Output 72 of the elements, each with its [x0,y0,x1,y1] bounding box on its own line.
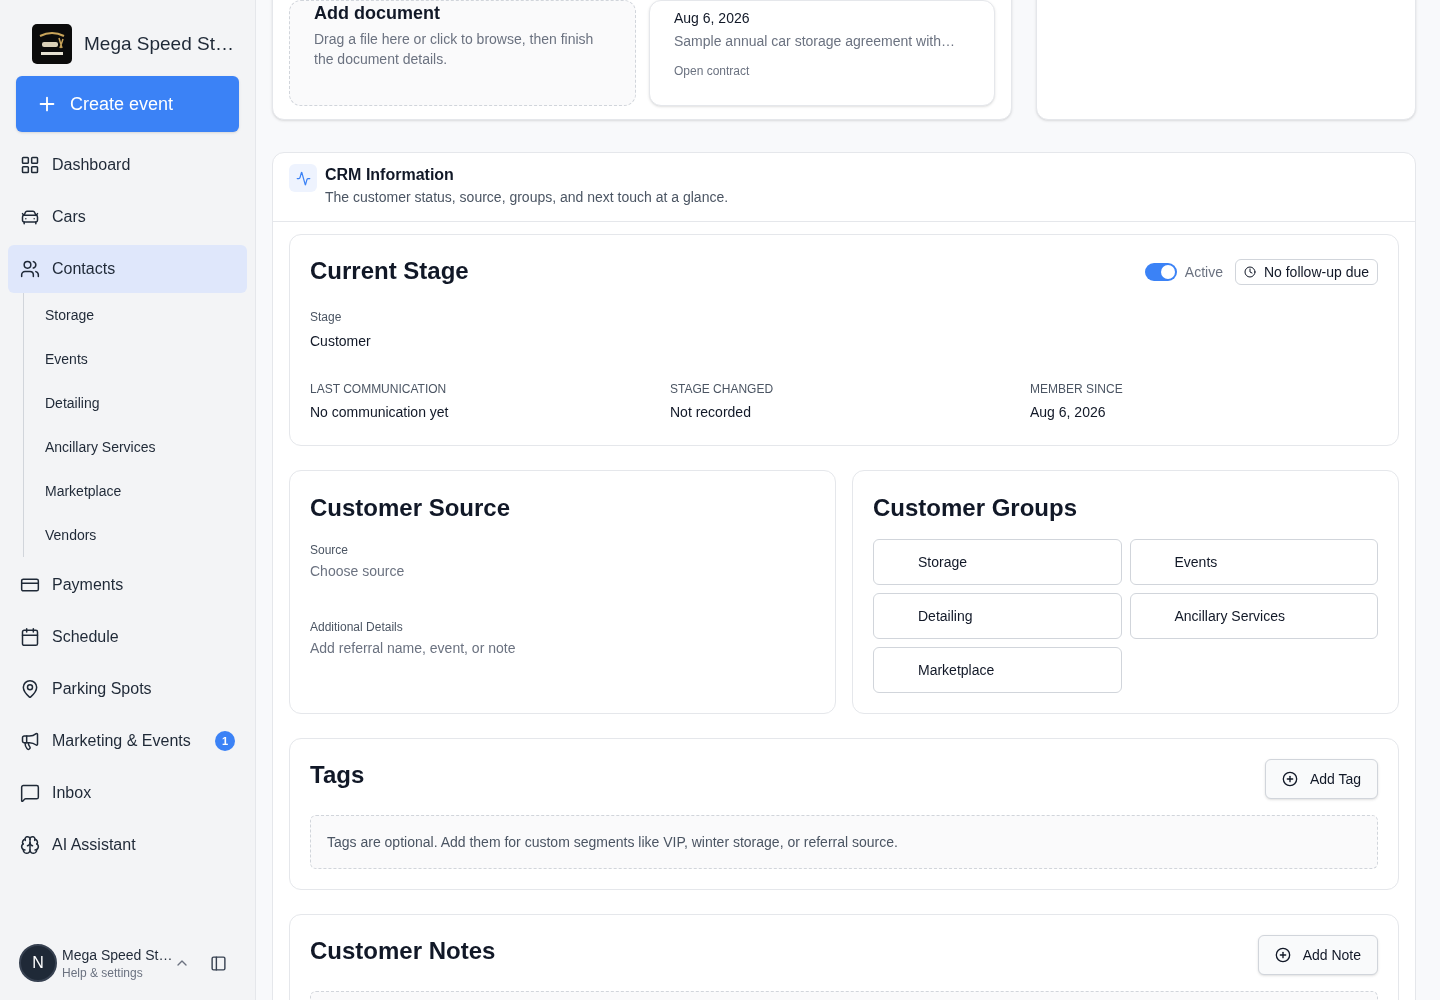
group-option[interactable]: Detailing [873,593,1122,639]
upload-dropzone[interactable]: Add document Drag a file here or click to browse, then finish the document details. [289,0,636,106]
upload-hint: Drag a file here or click to browse, then finish the document details. [314,30,595,69]
nav-item[interactable]: Schedule [8,613,247,661]
active-toggle[interactable] [1144,263,1177,281]
nav-subitem[interactable]: Ancillary Services [24,425,247,469]
input-field[interactable]: Add referral name, event, or note [310,638,815,658]
follow-up-badge: No follow-up due [1234,259,1378,285]
fact-label: STAGE CHANGED [670,381,775,397]
count-badge: 1 [215,731,235,751]
clock-icon [1243,266,1256,278]
field-label: Source [310,542,350,558]
nav-subitem[interactable]: Detailing [24,381,247,425]
plus-circle-icon [1274,947,1291,963]
tags-hint: Tags are optional. Add them for custom segments like VIP, winter storage, or referral source. [327,833,898,852]
contract-date: Aug 6, 2026 [674,9,751,28]
nav-subitem[interactable]: Storage [24,293,247,337]
fact-label: MEMBER SINCE [1030,381,1124,397]
activity-icon [289,164,317,192]
active-label: Active [1184,263,1223,282]
card-icon [20,575,40,595]
input-field[interactable]: Choose source [310,561,815,581]
group-option[interactable]: Events [1129,539,1378,585]
open-contract-link[interactable]: Open contract [674,63,970,79]
add-note-button[interactable]: Add Note [1257,935,1378,975]
nav-item[interactable]: Parking Spots [8,665,247,713]
brand-name: Mega Speed St… [84,31,234,56]
panel-subtitle: The customer status, source, groups, and next touch at a glance. [325,188,729,207]
logo-icon [32,24,72,64]
nav-item[interactable]: Contacts [8,245,247,293]
nav-item[interactable]: Marketing & Events 1 [8,717,247,765]
megaphone-icon [20,731,40,751]
nav-subitem[interactable]: Events [24,337,247,381]
nav-subitem[interactable]: Marketplace [24,469,247,513]
nav-item[interactable]: Inbox [8,769,247,817]
fact-value: No communication yet [310,403,450,422]
car-icon [20,207,40,227]
nav-subitem[interactable]: Vendors [24,513,247,557]
section-title: Customer Notes [310,936,496,966]
field-value: Customer [310,332,372,351]
account-name: Mega Speed St… [62,946,173,965]
account-subtitle: Help & settings [62,965,144,981]
section-title: Customer Source [310,493,512,523]
nav-item[interactable]: Payments [8,561,247,609]
field-label: Additional Details [310,619,404,635]
section-title: Tags [310,760,365,790]
group-option[interactable]: Storage [873,539,1122,585]
fact-label: LAST COMMUNICATION [310,381,448,397]
field-label: Stage [310,309,343,325]
nav-item[interactable]: Dashboard [8,141,247,189]
section-title: Customer Groups [873,493,1079,523]
map-pin-icon [20,679,40,699]
contract-description: Sample annual car storage agreement with… [674,32,956,51]
plus-circle-icon [1281,771,1298,787]
avatar[interactable]: N [19,944,57,982]
group-option[interactable]: Ancillary Services [1129,593,1378,639]
upload-title: Add document [314,2,441,25]
fact-value: Not recorded [670,403,752,422]
people-icon [20,259,40,279]
nav-item[interactable]: Cars [8,193,247,241]
dashboard-icon [20,155,40,175]
group-option[interactable]: Marketplace [873,647,1122,693]
brain-icon [20,835,40,855]
sidebar-toggle-icon[interactable] [210,954,227,972]
fact-value: Aug 6, 2026 [1030,403,1107,422]
panel-title: CRM Information [325,165,455,185]
nav-item[interactable]: AI Assistant [8,821,247,869]
add-tag-button[interactable]: Add Tag [1264,759,1378,799]
create-event-button[interactable]: Create event [16,76,239,132]
chat-icon [20,783,40,803]
section-title: Current Stage [310,256,469,286]
calendar-icon [20,627,40,647]
